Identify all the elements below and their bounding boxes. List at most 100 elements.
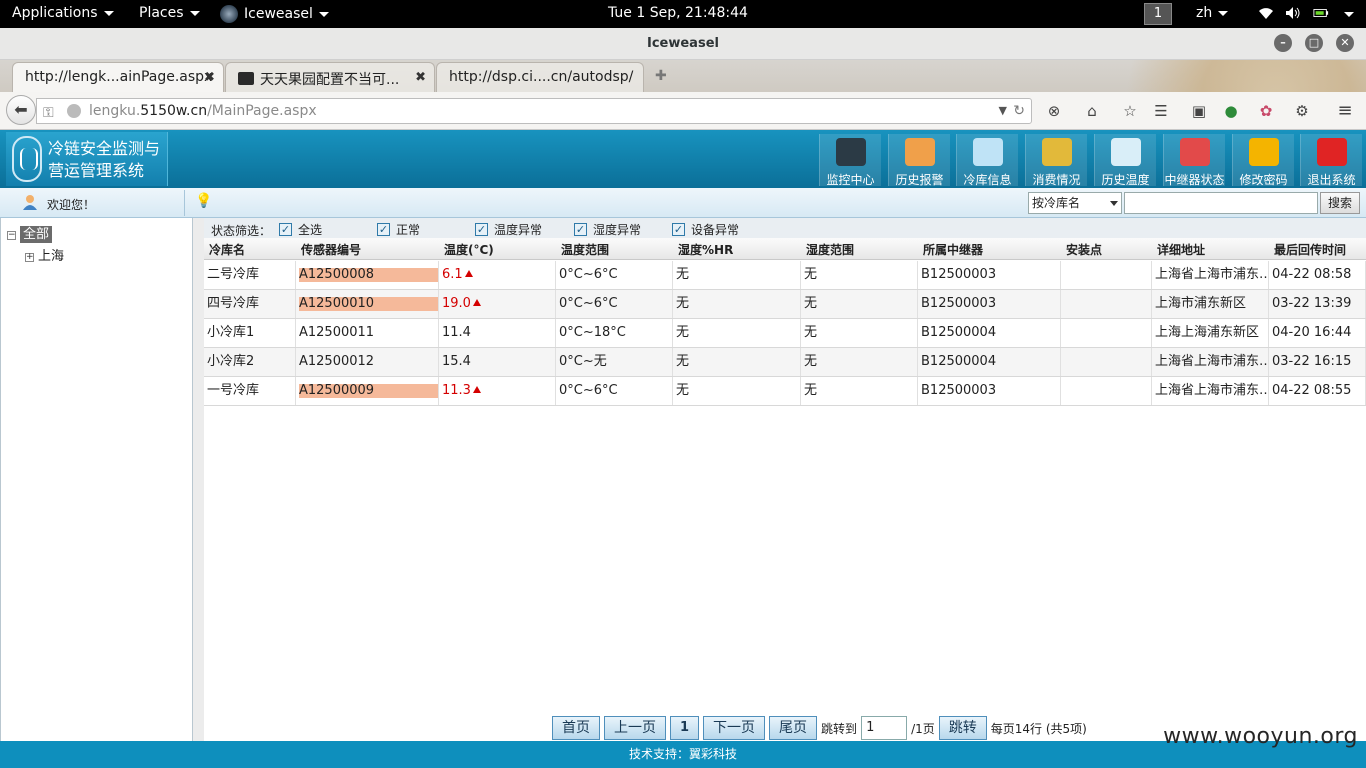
close-icon[interactable]: ✕ [1336, 34, 1354, 52]
filter-checkbox-2[interactable]: ✓ 温度异常 [475, 221, 542, 238]
table-row[interactable]: 二号冷库 A12500008 6.1 0°C~6°C 无 无 B12500003 上海省上海市… [204, 261, 1366, 290]
tab-close-icon[interactable]: ✖ [415, 70, 426, 85]
input-method-menu[interactable]: zh [1196, 5, 1229, 21]
column-header[interactable]: 所属中继器 [923, 241, 983, 258]
places-label: Places [139, 5, 184, 21]
nav-button-5[interactable]: 中继器状态 [1163, 134, 1225, 187]
nav-button-4[interactable]: 历史温度 [1094, 134, 1156, 187]
cell-time: 04-22 08:55 [1269, 377, 1366, 405]
table-row[interactable]: 小冷库1 A12500011 11.4 0°C~18°C 无 无 B12500004 上海上海… [204, 319, 1366, 348]
history-dropdown-icon[interactable]: ▼ [999, 99, 1007, 123]
column-header[interactable]: 湿度%HR [678, 241, 733, 258]
url-bar[interactable]: ⚿ lengku.5150w.cn/MainPage.aspx ▼ ↻ [36, 98, 1032, 124]
column-header[interactable]: 冷库名 [209, 241, 245, 258]
tree-node-shanghai[interactable]: + 上海 [25, 245, 64, 264]
current-page-button[interactable]: 1 [670, 716, 700, 740]
filter-checkbox-3[interactable]: ✓ 湿度异常 [574, 221, 641, 238]
filter-label-text: 温度异常 [494, 223, 543, 237]
checkbox-checked-icon[interactable]: ✓ [574, 223, 587, 236]
column-header[interactable]: 温度(°C) [444, 241, 494, 258]
cell-addr: 上海省上海市浦东… [1152, 348, 1269, 376]
table-row[interactable]: 小冷库2 A12500012 15.4 0°C~无 无 无 B12500004 上海省上海市浦… [204, 348, 1366, 377]
reload-icon[interactable]: ↻ [1013, 99, 1025, 123]
checkbox-checked-icon[interactable]: ✓ [279, 223, 292, 236]
hamburger-menu-icon[interactable]: ≡ [1335, 101, 1355, 121]
cell-name: 小冷库2 [204, 348, 296, 376]
cell-hrange: 无 [801, 290, 918, 318]
site-info-icon[interactable] [67, 104, 81, 118]
back-arrow-icon[interactable]: ⬅ [6, 95, 36, 125]
checkbox-checked-icon[interactable]: ✓ [475, 223, 488, 236]
checkbox-checked-icon[interactable]: ✓ [672, 223, 685, 236]
last-page-button[interactable]: 尾页 [769, 716, 818, 740]
search-input[interactable] [1124, 192, 1318, 214]
filter-checkbox-0[interactable]: ✓ 全选 [279, 221, 322, 238]
wifi-icon[interactable] [1258, 6, 1274, 20]
expand-icon[interactable]: + [25, 253, 34, 262]
column-header[interactable]: 传感器编号 [301, 241, 361, 258]
tab-lengku[interactable]: http://lengk...ainPage.aspx ✖ [12, 62, 224, 92]
nav-button-2[interactable]: 冷库信息 [956, 134, 1018, 187]
cell-text: B12500004 [921, 354, 997, 369]
column-header[interactable]: 详细地址 [1157, 241, 1205, 258]
nav-button-label: 冷库信息 [963, 173, 1012, 187]
cell-text: 0°C~6°C [559, 267, 618, 282]
prev-page-button[interactable]: 上一页 [604, 716, 666, 740]
footer-text: 技术支持：翼彩科技 [628, 747, 737, 761]
battery-icon[interactable] [1313, 6, 1329, 20]
minimize-icon[interactable]: – [1274, 34, 1292, 52]
first-page-button[interactable]: 首页 [552, 716, 600, 740]
search-button[interactable]: 搜索 [1320, 192, 1360, 214]
clock[interactable]: Tue 1 Sep, 21:48:44 [608, 5, 748, 21]
cell-text: 0°C~无 [559, 354, 607, 369]
nav-button-6[interactable]: 修改密码 [1232, 134, 1294, 187]
tab-tiantian[interactable]: 天天果园配置不当可... ✖ [225, 62, 435, 92]
workspace-indicator[interactable]: 1 [1144, 3, 1172, 25]
column-header[interactable]: 安装点 [1066, 241, 1102, 258]
bookmark-star-icon[interactable]: ☆ [1120, 101, 1140, 121]
table-row[interactable]: 一号冷库 A12500009 11.3 0°C~6°C 无 无 B12500003 上海省上海… [204, 377, 1366, 406]
applications-menu[interactable]: Applications [12, 5, 114, 21]
nav-button-0[interactable]: 监控中心 [819, 134, 881, 187]
tab-close-icon[interactable]: ✖ [204, 70, 215, 85]
cell-time: 04-20 16:44 [1269, 319, 1366, 347]
table-row[interactable]: 四号冷库 A12500010 19.0 0°C~6°C 无 无 B12500003 上海市浦东… [204, 290, 1366, 319]
app-menu[interactable]: Iceweasel [220, 5, 329, 23]
filter-checkbox-4[interactable]: ✓ 设备异常 [672, 221, 739, 238]
tree-node-label[interactable]: 上海 [38, 249, 64, 264]
addon-green-icon[interactable]: ● [1221, 101, 1241, 121]
nav-button-label: 中继器状态 [1164, 173, 1225, 187]
filter-checkbox-1[interactable]: ✓ 正常 [377, 221, 420, 238]
goto-page-input[interactable]: 1 [861, 716, 908, 740]
goto-button[interactable]: 跳转 [938, 716, 987, 740]
nav-button-3[interactable]: 消费情况 [1025, 134, 1087, 187]
maximize-icon[interactable]: □ [1305, 34, 1323, 52]
addon-flower-icon[interactable]: ✿ [1256, 101, 1276, 121]
tab-autodsp[interactable]: http://dsp.ci....cn/autodsp/ [436, 62, 644, 92]
column-header[interactable]: 湿度范围 [806, 241, 854, 258]
places-menu[interactable]: Places [139, 5, 200, 21]
checkbox-checked-icon[interactable]: ✓ [377, 223, 390, 236]
column-header[interactable]: 最后回传时间 [1274, 241, 1346, 258]
tree-root-label[interactable]: 全部 [20, 226, 53, 243]
stop-icon[interactable]: ⊗ [1044, 101, 1064, 121]
system-menu-chevron-icon[interactable] [1344, 12, 1354, 17]
collapse-icon[interactable]: − [7, 231, 16, 240]
system-top-bar: Applications Places Iceweasel Tue 1 Sep,… [0, 0, 1366, 28]
search-type-select[interactable]: 按冷库名 [1028, 192, 1122, 214]
column-header[interactable]: 温度范围 [561, 241, 609, 258]
settings-gear-icon[interactable]: ⚙ [1292, 101, 1312, 121]
new-tab-plus-icon[interactable]: ✚ [655, 68, 667, 84]
key-icon[interactable]: ⚿ [43, 101, 54, 125]
nav-button-1[interactable]: 历史报警 [888, 134, 950, 187]
reader-icon[interactable]: ▣ [1189, 101, 1209, 121]
home-icon[interactable]: ⌂ [1082, 101, 1102, 121]
bookmarks-list-icon[interactable]: ☰ [1151, 101, 1171, 121]
footer: 技术支持：翼彩科技 [0, 741, 1366, 768]
next-page-button[interactable]: 下一页 [703, 716, 766, 740]
cell-name: 二号冷库 [204, 261, 296, 289]
cell-text: 四号冷库 [207, 296, 260, 311]
tree-root[interactable]: − 全部 [7, 223, 53, 243]
volume-icon[interactable] [1285, 6, 1301, 20]
nav-button-7[interactable]: 退出系统 [1300, 134, 1362, 187]
